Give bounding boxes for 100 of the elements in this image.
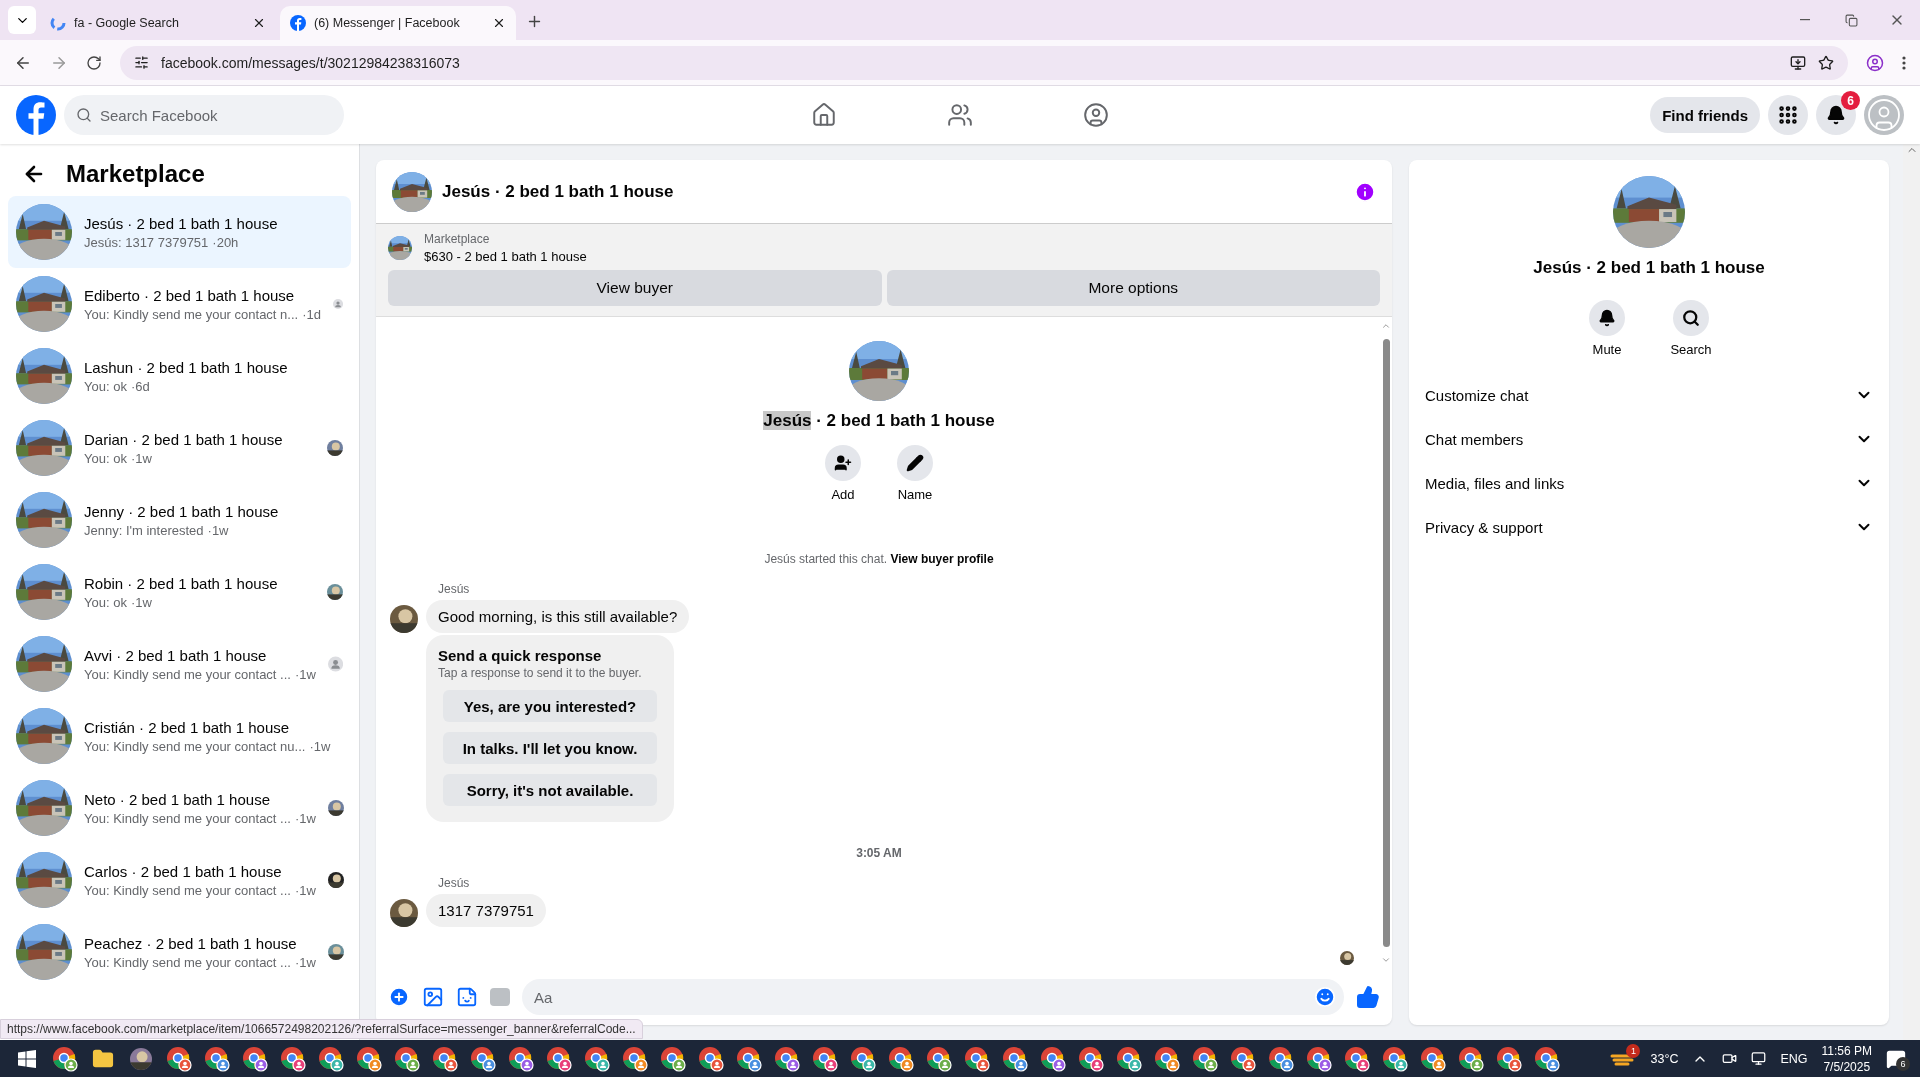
chrome-profile-icon[interactable]	[1116, 1045, 1142, 1072]
chrome-profile-icon[interactable]	[888, 1045, 914, 1072]
camera-icon[interactable]	[1722, 1051, 1738, 1066]
chrome-profile-icon[interactable]	[52, 1045, 78, 1072]
conversation-item[interactable]: Neto · 2 bed 1 bath 1 house You: Kindly send me your contact ... ·1w	[8, 772, 351, 844]
menu-button[interactable]	[1768, 95, 1808, 135]
chrome-profile-icon[interactable]	[1002, 1045, 1028, 1072]
chrome-profile-icon[interactable]	[1268, 1045, 1294, 1072]
search-field[interactable]: Search Facebook	[64, 95, 344, 135]
chrome-profile-icon[interactable]	[470, 1045, 496, 1072]
chrome-profile-icon[interactable]	[1192, 1045, 1218, 1072]
like-icon[interactable]	[1356, 985, 1380, 1009]
conversation-item[interactable]: Peachez · 2 bed 1 bath 1 house You: Kindly send me your contact ... ·1w	[8, 916, 351, 988]
conversation-item[interactable]: Ediberto · 2 bed 1 bath 1 house You: Kindly send me your contact n... ·1d	[8, 268, 351, 340]
chrome-profile-icon[interactable]	[1154, 1045, 1180, 1072]
notification-center-icon[interactable]: 6	[1886, 1048, 1906, 1069]
chrome-profile-icon[interactable]	[204, 1045, 230, 1072]
chrome-profile-icon[interactable]	[356, 1045, 382, 1072]
listing-button[interactable]: More options	[886, 270, 1380, 306]
chrome-profile-icon[interactable]	[1344, 1045, 1370, 1072]
site-info-icon[interactable]	[134, 55, 149, 70]
language-indicator[interactable]: ENG	[1780, 1051, 1808, 1066]
chrome-profile-icon[interactable]	[736, 1045, 762, 1072]
chrome-profile-icon[interactable]	[774, 1045, 800, 1072]
buyer-profile-link[interactable]: View buyer profile	[890, 552, 994, 566]
chrome-profile-icon[interactable]	[964, 1045, 990, 1072]
chrome-profile-icon[interactable]	[394, 1045, 420, 1072]
message-input[interactable]: Aa	[522, 979, 1344, 1015]
conversation-item[interactable]: Jesús · 2 bed 1 bath 1 house Jesús: 1317 7379751 ·20h	[8, 196, 351, 268]
friends-icon[interactable]	[947, 102, 973, 128]
chrome-profile-icon[interactable]	[546, 1045, 572, 1072]
profile-button[interactable]	[1866, 53, 1884, 72]
chrome-profile-icon[interactable]	[1496, 1045, 1522, 1072]
install-icon[interactable]	[1790, 54, 1806, 71]
chrome-profile-icon[interactable]	[812, 1045, 838, 1072]
image-icon[interactable]	[422, 986, 444, 1008]
details-action-button[interactable]: Mute	[1583, 300, 1631, 357]
clock[interactable]: 11:56 PM 7/5/2025	[1821, 1043, 1872, 1074]
chrome-profile-icon[interactable]	[850, 1045, 876, 1072]
groups-icon[interactable]	[1083, 102, 1109, 128]
chrome-profile-icon[interactable]	[508, 1045, 534, 1072]
info-icon[interactable]	[1354, 180, 1376, 203]
conversation-item[interactable]: Carlos · 2 bed 1 bath 1 house You: Kindly send me your contact ... ·1w	[8, 844, 351, 916]
chrome-profile-icon[interactable]	[166, 1045, 192, 1072]
chrome-profile-icon[interactable]	[1230, 1045, 1256, 1072]
details-section[interactable]: Privacy & support	[1425, 505, 1873, 549]
chrome-profile-icon[interactable]	[1382, 1045, 1408, 1072]
quick-response-option[interactable]: Sorry, it's not available.	[443, 774, 657, 806]
chrome-profile-icon[interactable]	[1306, 1045, 1332, 1072]
chrome-profile-icon[interactable]	[318, 1045, 344, 1072]
address-bar[interactable]: facebook.com/messages/t/30212984238316073	[120, 45, 1848, 80]
listing-button[interactable]: View buyer	[388, 270, 882, 306]
quick-response-option[interactable]: In talks. I'll let you know.	[443, 732, 657, 764]
close-icon[interactable]	[252, 16, 266, 30]
menu-button[interactable]	[1902, 55, 1906, 70]
find-friends-button[interactable]: Find friends	[1650, 97, 1760, 133]
chrome-profile-icon[interactable]	[432, 1045, 458, 1072]
chrome-profile-icon[interactable]	[1040, 1045, 1066, 1072]
new-tab-button[interactable]	[526, 13, 543, 30]
chrome-profile-icon[interactable]	[280, 1045, 306, 1072]
conversation-item[interactable]: Jenny · 2 bed 1 bath 1 house Jenny: I'm interested ·1w	[8, 484, 351, 556]
conversation-title: Carlos · 2 bed 1 bath 1 house	[84, 862, 283, 880]
chrome-profile-icon[interactable]	[1420, 1045, 1446, 1072]
chrome-profile-icon[interactable]	[698, 1045, 724, 1072]
page-scrollbar[interactable]	[1903, 144, 1920, 1040]
chrome-profile-icon[interactable]	[1078, 1045, 1104, 1072]
facebook-logo[interactable]	[16, 95, 56, 135]
chrome-profile-icon[interactable]	[660, 1045, 686, 1072]
details-section[interactable]: Media, files and links	[1425, 461, 1873, 505]
close-icon[interactable]	[492, 16, 506, 30]
chrome-profile-icon[interactable]	[584, 1045, 610, 1072]
browser-tab[interactable]: fa - Google Search	[40, 6, 276, 40]
browser-tab[interactable]: (6) Messenger | Facebook	[280, 6, 516, 40]
quick-response-option[interactable]: Yes, are you interested?	[443, 690, 657, 722]
add-icon[interactable]	[388, 986, 410, 1008]
conversation-item[interactable]: Darian · 2 bed 1 bath 1 house You: ok ·1w	[8, 412, 351, 484]
sticker-icon[interactable]	[456, 986, 478, 1008]
chrome-profile-icon[interactable]	[622, 1045, 648, 1072]
details-section[interactable]: Customize chat	[1425, 373, 1873, 417]
reload-button[interactable]	[86, 54, 102, 71]
emoji-icon[interactable]	[1314, 986, 1336, 1008]
conversation-item[interactable]: Avvi · 2 bed 1 bath 1 house You: Kindly send me your contact ... ·1w	[8, 628, 351, 700]
chat-started-note: Jesús started this chat. View buyer profile	[764, 552, 994, 566]
chrome-profile-icon[interactable]	[926, 1045, 952, 1072]
conversation-item[interactable]: Lashun · 2 bed 1 bath 1 house You: ok ·6d	[8, 340, 351, 412]
weather-badge: 1	[1626, 1043, 1641, 1058]
chat-action-button[interactable]: Name	[891, 445, 939, 502]
chrome-profile-icon[interactable]	[242, 1045, 268, 1072]
network-icon[interactable]	[1751, 1051, 1767, 1066]
chrome-profile-icon[interactable]	[1458, 1045, 1484, 1072]
conversation-item[interactable]: Cristián · 2 bed 1 bath 1 house You: Kindly send me your contact nu... ·1w	[8, 700, 351, 772]
details-action-button[interactable]: Search	[1667, 300, 1715, 357]
chrome-profile-icon[interactable]	[1534, 1045, 1560, 1072]
bookmark-icon[interactable]	[1818, 54, 1834, 71]
chat-action-button[interactable]: Add	[819, 445, 867, 502]
home-icon[interactable]	[811, 102, 837, 128]
details-section[interactable]: Chat members	[1425, 417, 1873, 461]
folder-icon[interactable]	[92, 1047, 114, 1070]
conversation-title: Jesús · 2 bed 1 bath 1 house	[84, 214, 279, 232]
conversation-item[interactable]: Robin · 2 bed 1 bath 1 house You: ok ·1w	[8, 556, 351, 628]
